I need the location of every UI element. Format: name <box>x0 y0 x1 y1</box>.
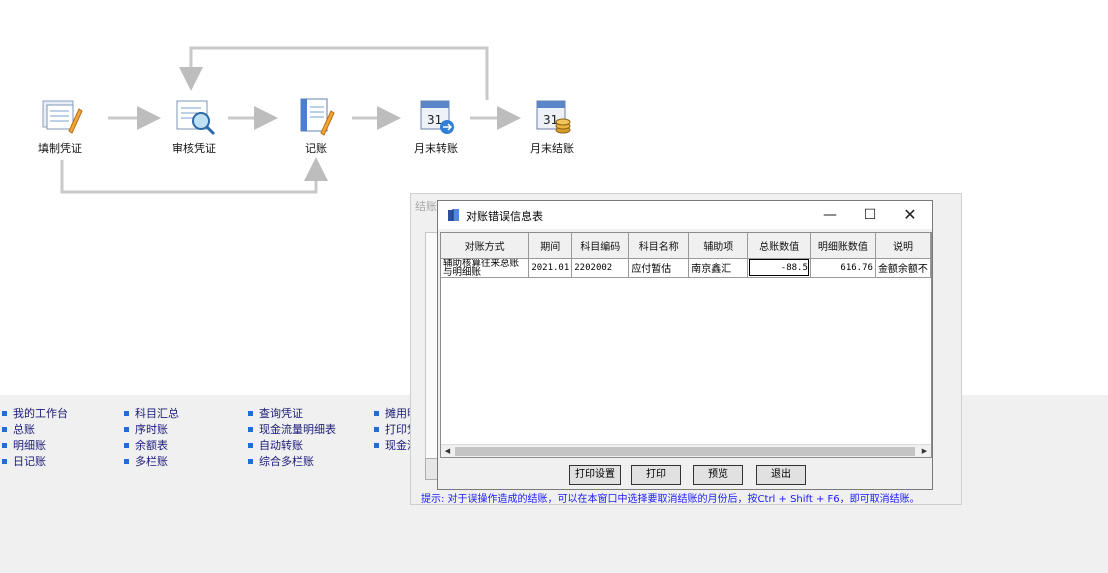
bullet-icon <box>374 427 379 432</box>
dialog-button-row: 打印设置 打印 预览 退出 <box>438 463 932 489</box>
month-end-close-icon: 31 <box>529 93 575 139</box>
reconciliation-error-dialog: 对账错误信息表 — ☐ ✕ 对账方式 期间 科目编码 科目名称 辅助项 总账数值… <box>437 200 933 490</box>
tip-text: 提示: 对于误操作造成的结账，可以在本窗口中选择要取消结账的月份后，按Ctrl … <box>421 494 920 505</box>
bullet-icon <box>248 443 253 448</box>
shortcut-auto-transfer[interactable]: 自动转账 <box>248 439 303 453</box>
shortcut-label: 查询凭证 <box>259 407 303 420</box>
flow-node-month-end-transfer[interactable]: 31 月末转账 <box>396 93 476 156</box>
grid-header-row: 对账方式 期间 科目编码 科目名称 辅助项 总账数值 明细账数值 说明 <box>441 233 931 259</box>
bullet-icon <box>2 427 7 432</box>
flow-node-label: 月末结账 <box>530 142 574 155</box>
bullet-icon <box>374 443 379 448</box>
cell-method[interactable]: 辅助核算往来总账与明细账 <box>441 258 530 278</box>
bullet-icon <box>248 459 253 464</box>
shortcut-label: 序时账 <box>135 423 168 436</box>
bullet-icon <box>248 411 253 416</box>
table-row[interactable]: 辅助核算往来总账与明细账 2021.01 2202002 应付暂估 南京鑫汇 -… <box>441 258 931 278</box>
shortcut-label: 总账 <box>13 423 35 436</box>
shortcut-cashflow-detail[interactable]: 现金流量明细表 <box>248 423 336 437</box>
shortcut-account-summary[interactable]: 科目汇总 <box>124 407 179 421</box>
column-header-note[interactable]: 说明 <box>875 233 931 259</box>
shortcut-label: 多栏账 <box>135 455 168 468</box>
flow-node-label: 月末转账 <box>414 142 458 155</box>
bullet-icon <box>2 411 7 416</box>
flow-node-posting[interactable]: 记账 <box>276 93 356 156</box>
shortcut-label: 日记账 <box>13 455 46 468</box>
cell-note[interactable]: 金额余额不 <box>875 258 931 278</box>
bullet-icon <box>124 459 129 464</box>
shortcut-label: 现金流量明细表 <box>259 423 336 436</box>
shortcut-multi-column-ledger[interactable]: 多栏账 <box>124 455 168 469</box>
cell-period[interactable]: 2021.01 <box>528 258 573 278</box>
preview-button[interactable]: 预览 <box>693 465 743 485</box>
scroll-left-icon[interactable]: ◀ <box>441 445 454 457</box>
column-header-method[interactable]: 对账方式 <box>441 233 530 259</box>
shortcut-query-voucher[interactable]: 查询凭证 <box>248 407 303 421</box>
column-header-account-name[interactable]: 科目名称 <box>628 233 690 259</box>
month-end-transfer-icon: 31 <box>413 93 459 139</box>
shortcut-label: 科目汇总 <box>135 407 179 420</box>
voucher-review-icon <box>171 93 217 139</box>
shortcut-label: 我的工作台 <box>13 407 68 420</box>
bullet-icon <box>124 443 129 448</box>
bullet-icon <box>124 427 129 432</box>
flow-node-label: 审核凭证 <box>172 142 216 155</box>
shortcut-composite-multi-column[interactable]: 综合多栏账 <box>248 455 314 469</box>
cell-gl-value[interactable]: -88.5 <box>747 258 811 278</box>
flow-node-label: 记账 <box>305 142 327 155</box>
bullet-icon <box>248 427 253 432</box>
shortcut-label: 明细账 <box>13 439 46 452</box>
exit-button[interactable]: 退出 <box>756 465 806 485</box>
window-title: 结账 <box>415 200 437 213</box>
print-setup-button[interactable]: 打印设置 <box>569 465 621 485</box>
bullet-icon <box>124 411 129 416</box>
minimize-button[interactable]: — <box>810 201 850 229</box>
column-header-detail-value[interactable]: 明细账数值 <box>810 233 876 259</box>
horizontal-scrollbar[interactable]: ◀ ▶ <box>441 444 931 457</box>
cell-account-code[interactable]: 2202002 <box>571 258 630 278</box>
close-button[interactable]: ✕ <box>890 201 930 229</box>
shortcut-my-workbench[interactable]: 我的工作台 <box>2 407 68 421</box>
shortcut-chronological-ledger[interactable]: 序时账 <box>124 423 168 437</box>
flow-node-voucher-review[interactable]: 审核凭证 <box>154 93 234 156</box>
flow-node-label: 填制凭证 <box>38 142 82 155</box>
shortcut-label: 余额表 <box>135 439 168 452</box>
column-header-account-code[interactable]: 科目编码 <box>571 233 630 259</box>
book-icon <box>447 208 461 222</box>
shortcut-general-ledger[interactable]: 总账 <box>2 423 35 437</box>
flow-node-month-end-close[interactable]: 31 月末结账 <box>512 93 592 156</box>
shortcut-detail-ledger[interactable]: 明细账 <box>2 439 46 453</box>
shortcut-journal[interactable]: 日记账 <box>2 455 46 469</box>
cell-detail-value[interactable]: 616.76 <box>810 258 876 278</box>
maximize-button[interactable]: ☐ <box>850 201 890 229</box>
dialog-titlebar[interactable]: 对账错误信息表 — ☐ ✕ <box>438 201 932 229</box>
dialog-title: 对账错误信息表 <box>466 210 543 223</box>
bullet-icon <box>2 459 7 464</box>
posting-icon <box>293 93 339 139</box>
bullet-icon <box>374 411 379 416</box>
cell-account-name[interactable]: 应付暂估 <box>628 258 690 278</box>
shortcut-label: 综合多栏账 <box>259 455 314 468</box>
print-button[interactable]: 打印 <box>631 465 681 485</box>
shortcut-balance-sheet[interactable]: 余额表 <box>124 439 168 453</box>
svg-text:31: 31 <box>427 113 442 127</box>
scrollbar-thumb[interactable] <box>455 447 915 456</box>
column-header-gl-value[interactable]: 总账数值 <box>747 233 811 259</box>
flow-node-voucher-entry[interactable]: 填制凭证 <box>20 93 100 156</box>
column-header-period[interactable]: 期间 <box>528 233 573 259</box>
error-grid[interactable]: 对账方式 期间 科目编码 科目名称 辅助项 总账数值 明细账数值 说明 辅助核算… <box>440 232 932 458</box>
bullet-icon <box>2 443 7 448</box>
scroll-right-icon[interactable]: ▶ <box>918 445 931 457</box>
voucher-entry-icon <box>37 93 83 139</box>
shortcut-label: 自动转账 <box>259 439 303 452</box>
cell-auxiliary[interactable]: 南京鑫汇 <box>688 258 749 278</box>
column-header-auxiliary[interactable]: 辅助项 <box>688 233 749 259</box>
